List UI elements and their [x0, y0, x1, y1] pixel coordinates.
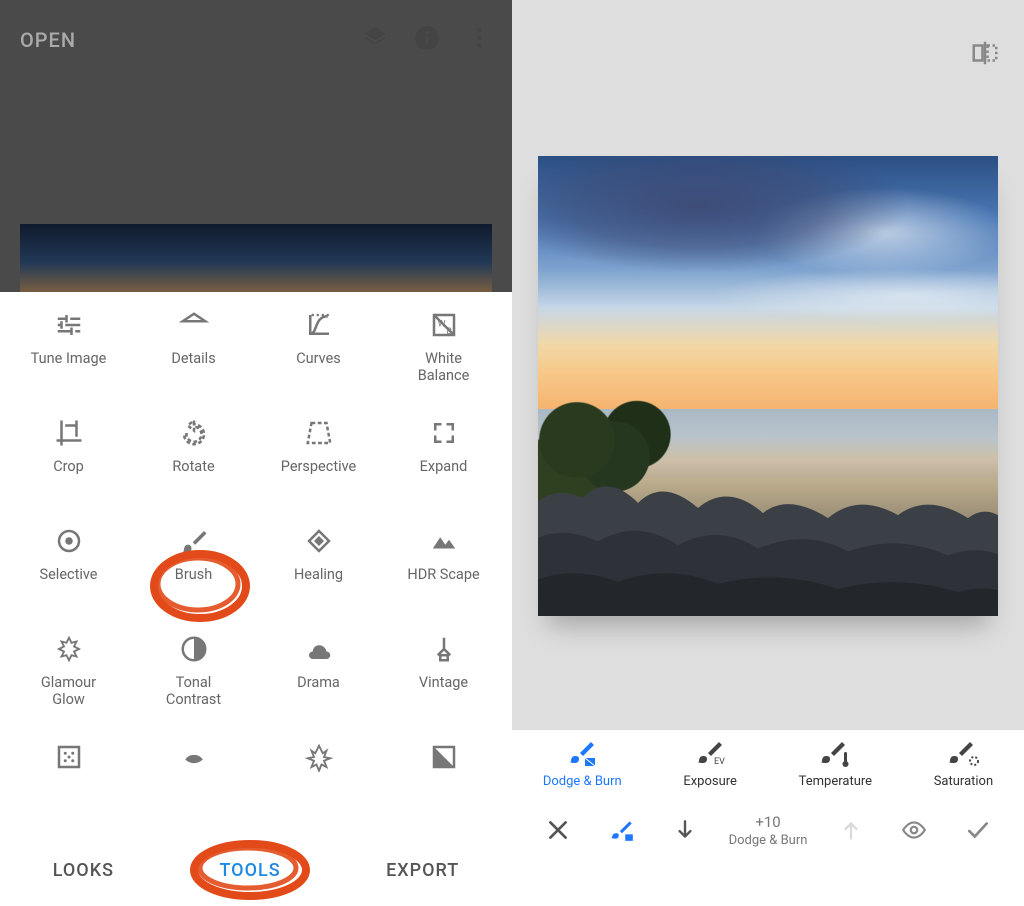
layers-icon[interactable] — [362, 25, 388, 55]
svg-text:W: W — [437, 319, 445, 329]
tool-vintage[interactable]: Vintage — [381, 626, 506, 734]
tool-curves[interactable]: Curves — [256, 302, 381, 410]
tool-label: Tune Image — [31, 350, 107, 367]
tool-label: GlamourGlow — [41, 674, 96, 709]
tool-tune-image[interactable]: Tune Image — [6, 302, 131, 410]
increase-button[interactable] — [819, 817, 883, 843]
visibility-icon[interactable] — [883, 817, 947, 843]
brush-value: +10 — [755, 813, 780, 831]
tool-grunge[interactable] — [256, 734, 381, 842]
tool-label: Perspective — [281, 458, 356, 475]
preview-photo — [20, 224, 492, 300]
tab-looks[interactable]: LOOKS — [53, 860, 114, 881]
brush-tab-saturation[interactable]: Saturation — [934, 738, 993, 789]
tool-expand[interactable]: Expand — [381, 410, 506, 518]
tool-label: Details — [171, 350, 215, 367]
brush-value-name: Dodge & Burn — [729, 833, 808, 848]
tool-details[interactable]: Details — [131, 302, 256, 410]
tool-retrolux[interactable] — [131, 734, 256, 842]
tool-crop[interactable]: Crop — [6, 410, 131, 518]
tool-label: Brush — [175, 566, 212, 583]
compare-icon[interactable] — [970, 38, 1000, 72]
brush-icon: EV — [693, 738, 727, 768]
tab-tools[interactable]: TOOLS — [219, 860, 280, 881]
tool-label: Curves — [296, 350, 341, 367]
tool-label: Drama — [297, 674, 340, 691]
tool-brush[interactable]: Brush — [131, 518, 256, 626]
tool-drama[interactable]: Drama — [256, 626, 381, 734]
app-header: OPEN — [0, 0, 512, 80]
brush-tab-label: Exposure — [683, 774, 737, 789]
editor-header-area: OPEN — [0, 0, 512, 292]
open-button[interactable]: OPEN — [20, 28, 76, 52]
brush-icon — [565, 738, 599, 768]
tool-perspective[interactable]: Perspective — [256, 410, 381, 518]
tool-label: Crop — [53, 458, 84, 475]
tool-label: WhiteBalance — [418, 350, 470, 385]
tool-grainy-film[interactable] — [6, 734, 131, 842]
tool-label: Healing — [294, 566, 343, 583]
svg-text:B: B — [446, 326, 451, 336]
bottom-tabs: LOOKS TOOLS EXPORT — [0, 842, 512, 900]
brush-tab-temperature[interactable]: Temperature — [799, 738, 872, 789]
photo-canvas[interactable] — [538, 156, 998, 616]
header-icon-group — [362, 25, 492, 55]
brush-type-tabs: Dodge & Burn EV Exposure Temperature Sat… — [512, 730, 1024, 795]
apply-button[interactable] — [946, 817, 1010, 843]
brush-tab-label: Temperature — [799, 774, 872, 789]
tool-label: TonalContrast — [166, 674, 221, 709]
brush-tab-exposure[interactable]: EV Exposure — [683, 738, 737, 789]
tools-grid: Tune Image Details Curves WB WhiteBalanc… — [0, 292, 512, 842]
tool-label: Vintage — [419, 674, 468, 691]
cancel-button[interactable] — [526, 817, 590, 843]
photo-clouds — [538, 156, 998, 409]
brush-icon — [818, 738, 852, 768]
tool-hdr-scape[interactable]: HDR Scape — [381, 518, 506, 626]
tool-label: HDR Scape — [407, 566, 479, 583]
tool-label: Rotate — [172, 458, 214, 475]
svg-text:EV: EV — [714, 757, 725, 767]
tool-healing[interactable]: Healing — [256, 518, 381, 626]
brush-value-display: +10 Dodge & Burn — [717, 813, 819, 848]
brush-icon — [946, 738, 980, 768]
brush-tab-label: Dodge & Burn — [543, 774, 622, 789]
tool-label: Selective — [40, 566, 98, 583]
tool-tonal-contrast[interactable]: TonalContrast — [131, 626, 256, 734]
tool-glamour-glow[interactable]: GlamourGlow — [6, 626, 131, 734]
brush-tab-label: Saturation — [934, 774, 993, 789]
more-icon[interactable] — [466, 25, 492, 55]
tool-bw[interactable] — [381, 734, 506, 842]
tool-white-balance[interactable]: WB WhiteBalance — [381, 302, 506, 410]
info-icon[interactable] — [414, 25, 440, 55]
tab-export[interactable]: EXPORT — [386, 860, 459, 881]
decrease-button[interactable] — [653, 817, 717, 843]
brush-canvas-area — [512, 0, 1024, 730]
tool-label: Expand — [420, 458, 468, 475]
mask-toggle-icon[interactable] — [590, 817, 654, 843]
brush-screen: Dodge & Burn EV Exposure Temperature Sat… — [512, 0, 1024, 900]
tool-rotate[interactable]: Rotate — [131, 410, 256, 518]
brush-bottom-bar: +10 Dodge & Burn — [512, 795, 1024, 865]
tools-screen: OPEN Tune Image Details — [0, 0, 512, 900]
photo-rocks — [538, 422, 998, 616]
brush-tab-dodge-burn[interactable]: Dodge & Burn — [543, 738, 622, 789]
tool-selective[interactable]: Selective — [6, 518, 131, 626]
